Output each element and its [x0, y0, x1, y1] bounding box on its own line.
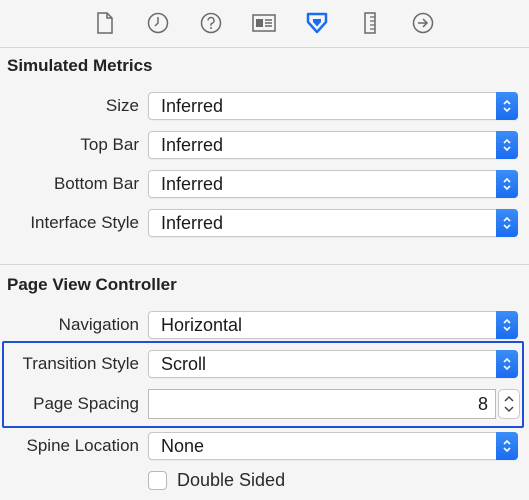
chevron-updown-icon — [496, 131, 518, 159]
bottom-bar-popup-value: Inferred — [161, 174, 224, 194]
size-inspector-icon[interactable] — [357, 10, 383, 36]
spine-location-label: Spine Location — [26, 436, 139, 455]
size-label: Size — [105, 96, 139, 115]
chevron-updown-icon — [496, 311, 518, 339]
highlight-box — [2, 341, 524, 428]
chevron-updown-icon — [496, 432, 518, 460]
size-popup[interactable]: Inferred — [148, 92, 518, 120]
top-bar-popup-value: Inferred — [161, 135, 224, 155]
section-title-page-view-controller: Page View Controller — [7, 275, 177, 294]
top-bar-label: Top Bar — [80, 135, 139, 154]
section-title-simulated-metrics: Simulated Metrics — [7, 56, 153, 75]
spine-location-popup-value: None — [161, 436, 205, 456]
top-bar-popup[interactable]: Inferred — [148, 131, 518, 159]
navigation-label: Navigation — [58, 315, 139, 334]
chevron-updown-icon — [496, 170, 518, 198]
navigation-popup[interactable]: Horizontal — [148, 311, 518, 339]
identity-icon[interactable] — [251, 10, 277, 36]
interface-style-popup-value: Inferred — [161, 213, 224, 233]
interface-style-label: Interface Style — [30, 213, 139, 232]
inspector-toolbar — [0, 0, 529, 48]
chevron-updown-icon — [496, 209, 518, 237]
double-sided-label: Double Sided — [177, 470, 286, 490]
spine-location-popup[interactable]: None — [148, 432, 518, 460]
attributes-inspector-icon[interactable] — [304, 10, 330, 36]
navigation-popup-value: Horizontal — [161, 315, 243, 335]
bottom-bar-label: Bottom Bar — [53, 174, 139, 193]
double-sided-checkbox[interactable] — [148, 471, 167, 490]
interface-style-popup[interactable]: Inferred — [148, 209, 518, 237]
help-icon[interactable] — [198, 10, 224, 36]
history-icon[interactable] — [145, 10, 171, 36]
file-inspector-icon[interactable] — [92, 10, 118, 36]
section-divider — [0, 264, 529, 265]
size-popup-value: Inferred — [161, 96, 224, 116]
chevron-updown-icon — [496, 92, 518, 120]
connections-icon[interactable] — [410, 10, 436, 36]
bottom-bar-popup[interactable]: Inferred — [148, 170, 518, 198]
